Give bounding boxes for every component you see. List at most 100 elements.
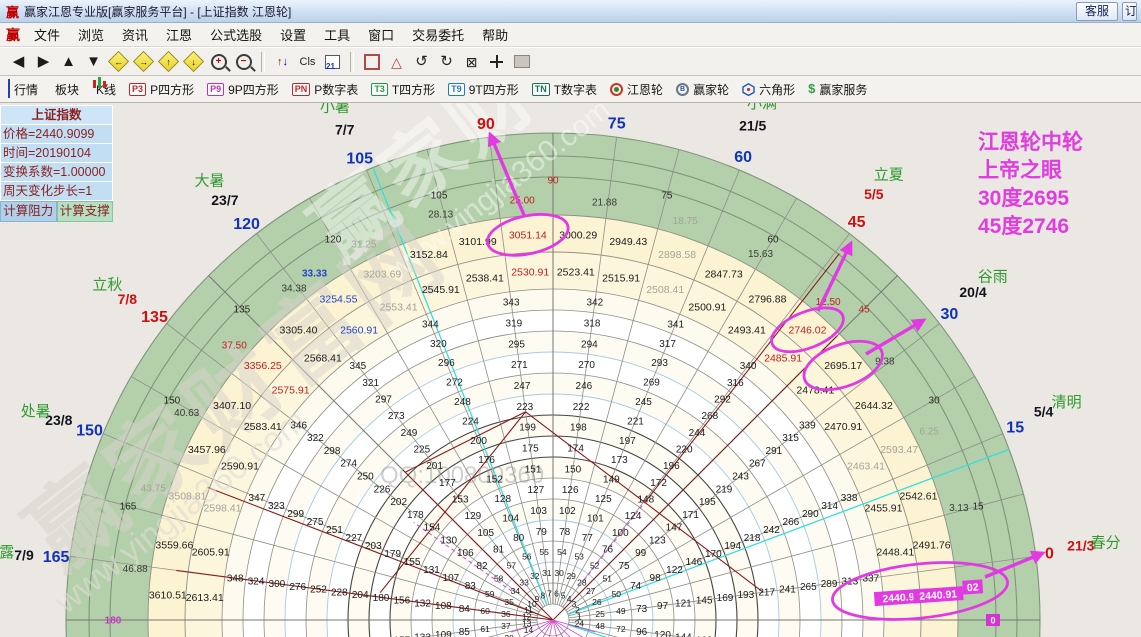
customer-service-button[interactable]: 客服 xyxy=(1076,2,1118,21)
svg-text:处暑: 处暑 xyxy=(21,403,51,420)
step-down-diamond-icon[interactable]: ↓ xyxy=(181,51,206,73)
svg-text:2568.41: 2568.41 xyxy=(304,352,342,364)
svg-text:83: 83 xyxy=(465,581,477,592)
svg-text:250: 250 xyxy=(357,472,374,483)
menu-item-6[interactable]: 工具 xyxy=(315,25,359,44)
svg-text:124: 124 xyxy=(625,511,642,522)
tool-9T四方形-button[interactable]: T99T四方形 xyxy=(448,81,519,98)
svg-text:2593.47: 2593.47 xyxy=(880,444,918,456)
svg-text:220: 220 xyxy=(676,445,693,456)
tool-赢家轮-button[interactable]: B赢家轮 xyxy=(676,81,729,98)
partial-button[interactable]: 订 xyxy=(1122,2,1137,21)
draw-square-icon[interactable] xyxy=(359,51,384,73)
toolbar-separator xyxy=(350,52,354,72)
svg-text:30度2695: 30度2695 xyxy=(978,186,1069,210)
svg-text:300: 300 xyxy=(269,579,286,590)
svg-text:60: 60 xyxy=(767,234,779,245)
svg-text:249: 249 xyxy=(401,428,418,439)
svg-text:105: 105 xyxy=(477,528,494,539)
calc-resistance-button[interactable]: 计算阻力 xyxy=(0,201,57,222)
svg-text:8: 8 xyxy=(541,591,546,601)
nav-down-icon[interactable]: ▼ xyxy=(81,51,106,73)
svg-text:白露: 白露 xyxy=(0,544,14,561)
tool-赢家服务-button[interactable]: $赢家服务 xyxy=(808,80,867,98)
tool-P数字表-button[interactable]: PNP数字表 xyxy=(292,81,359,98)
tool-T四方形-button[interactable]: T3T四方形 xyxy=(371,81,435,98)
cls-button[interactable]: Cls xyxy=(295,51,320,73)
board-icon[interactable] xyxy=(509,51,534,73)
svg-text:25: 25 xyxy=(595,609,605,619)
svg-text:2538.41: 2538.41 xyxy=(466,272,504,284)
svg-text:37.50: 37.50 xyxy=(222,340,247,351)
menu-logo-icon: 赢 xyxy=(6,25,20,45)
svg-text:85: 85 xyxy=(459,627,471,637)
menu-item-8[interactable]: 交易委托 xyxy=(403,25,473,44)
menu-item-4[interactable]: 公式选股 xyxy=(201,25,271,44)
tool-label: 赢家轮 xyxy=(693,81,729,98)
svg-text:春分: 春分 xyxy=(1091,535,1121,552)
svg-text:96: 96 xyxy=(636,627,648,637)
step-right-diamond-icon[interactable]: → xyxy=(131,51,156,73)
step-left-diamond-icon[interactable]: ← xyxy=(106,51,131,73)
svg-text:128: 128 xyxy=(494,494,511,505)
step-up-diamond-icon[interactable]: ↑ xyxy=(156,51,181,73)
tool-板块-button[interactable]: 板块 xyxy=(51,81,79,98)
tool-label: 9P四方形 xyxy=(228,81,279,98)
svg-text:154: 154 xyxy=(424,523,441,534)
svg-text:2613.41: 2613.41 xyxy=(186,592,224,604)
svg-text:2847.73: 2847.73 xyxy=(705,269,743,281)
tool-六角形-button[interactable]: 六角形 xyxy=(742,81,795,98)
calendar-icon[interactable]: 21 xyxy=(320,51,345,73)
menu-item-0[interactable]: 文件 xyxy=(25,25,69,44)
svg-text:221: 221 xyxy=(627,416,644,427)
svg-text:320: 320 xyxy=(430,339,447,350)
menu-item-5[interactable]: 设置 xyxy=(271,25,315,44)
menu-item-7[interactable]: 窗口 xyxy=(359,25,403,44)
dollar-icon: $ xyxy=(808,80,815,98)
svg-text:144: 144 xyxy=(675,633,692,637)
menu-item-9[interactable]: 帮助 xyxy=(473,25,517,44)
svg-text:2491.76: 2491.76 xyxy=(913,539,951,551)
menu-item-3[interactable]: 江恩 xyxy=(157,25,201,44)
svg-text:78: 78 xyxy=(559,527,571,538)
center-crosshair-icon[interactable] xyxy=(484,51,509,73)
gann-wheel[interactable]: 赢家财富网 赢家财富网 www.yingjia360.com www.yingj… xyxy=(0,103,1141,637)
menu-item-1[interactable]: 浏览 xyxy=(69,25,113,44)
menu-item-2[interactable]: 资讯 xyxy=(113,25,157,44)
svg-text:25.00: 25.00 xyxy=(510,196,535,207)
svg-text:3: 3 xyxy=(572,599,577,609)
tool-T数字表-button[interactable]: TNT数字表 xyxy=(532,81,597,98)
svg-text:120: 120 xyxy=(654,630,671,637)
app-logo-icon: 赢 xyxy=(6,2,19,21)
svg-text:108: 108 xyxy=(435,601,452,612)
svg-text:290: 290 xyxy=(802,509,819,520)
fit-view-icon[interactable]: ⊠ xyxy=(459,51,484,73)
svg-text:316: 316 xyxy=(727,378,744,389)
nav-left-icon[interactable]: ◀ xyxy=(6,51,31,73)
svg-text:3508.81: 3508.81 xyxy=(169,491,207,503)
rotate-ccw-icon[interactable]: ↺ xyxy=(409,51,434,73)
svg-text:3610.51: 3610.51 xyxy=(149,589,187,601)
zoom-in-icon[interactable]: + xyxy=(206,51,231,73)
svg-text:0: 0 xyxy=(1045,546,1054,563)
svg-text:2746.02: 2746.02 xyxy=(789,325,827,337)
svg-text:31: 31 xyxy=(542,568,552,578)
tool-行情-button[interactable]: 行情 xyxy=(8,80,38,98)
tool-label: 行情 xyxy=(14,81,38,98)
price-axis-icon[interactable]: ↑↓ xyxy=(270,51,295,73)
draw-triangle-icon[interactable]: △ xyxy=(384,51,409,73)
calc-support-button[interactable]: 计算支撑 xyxy=(57,201,114,222)
rotate-cw-icon[interactable]: ↻ xyxy=(434,51,459,73)
svg-text:2448.41: 2448.41 xyxy=(876,547,914,559)
tool-江恩轮-button[interactable]: 江恩轮 xyxy=(610,81,663,98)
svg-text:245: 245 xyxy=(635,397,652,408)
tool-P四方形-button[interactable]: P3P四方形 xyxy=(129,81,194,98)
svg-text:52: 52 xyxy=(590,561,600,571)
nav-right-icon[interactable]: ▶ xyxy=(31,51,56,73)
svg-text:298: 298 xyxy=(324,446,341,457)
svg-text:2949.43: 2949.43 xyxy=(609,236,647,248)
tool-9P四方形-button[interactable]: P99P四方形 xyxy=(207,81,279,98)
nav-up-icon[interactable]: ▲ xyxy=(56,51,81,73)
tool-K线-button[interactable]: K线 xyxy=(92,81,116,98)
zoom-out-icon[interactable]: − xyxy=(231,51,256,73)
